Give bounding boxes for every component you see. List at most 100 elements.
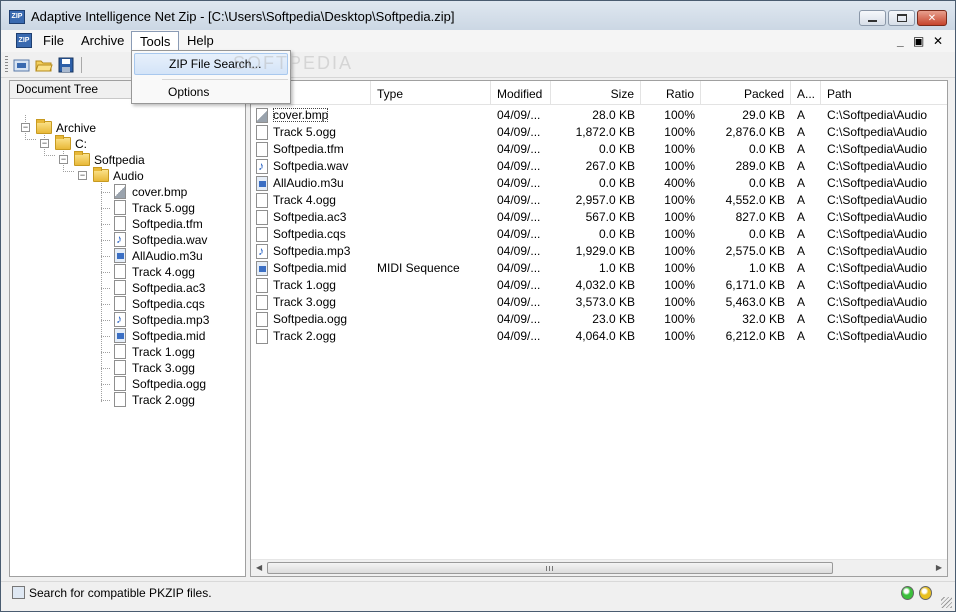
close-button[interactable]: ✕ (917, 10, 947, 26)
minimize-button[interactable] (859, 10, 886, 26)
cell-ratio: 100% (664, 125, 695, 139)
mdi-close-button[interactable]: ✕ (933, 34, 943, 48)
tree-file-node[interactable]: Softpedia.mid (112, 328, 205, 344)
scrollbar-thumb[interactable] (267, 562, 833, 574)
cell-packed: 6,171.0 KB (725, 278, 785, 292)
table-row[interactable]: cover.bmp 04/09/... 28.0 KB 100% 29.0 KB A C:\… (251, 107, 947, 124)
cell-attr: A (797, 142, 806, 156)
tree-file-node[interactable]: Track 4.ogg (112, 264, 195, 280)
tree-file-node[interactable]: Softpedia.cqs (112, 296, 205, 312)
tree-file-node[interactable]: Softpedia.ac3 (112, 280, 205, 296)
scroll-right-icon[interactable]: ▶ (936, 563, 942, 572)
horizontal-scrollbar[interactable]: ◀ ▶ (251, 559, 947, 576)
cell-attr: A (797, 227, 806, 241)
resize-grip-icon[interactable] (941, 597, 952, 608)
table-row[interactable]: Softpedia.ogg 04/09/... 23.0 KB 100% 32.0 KB… (251, 311, 947, 328)
file-name: AllAudio.m3u (273, 176, 344, 190)
save-icon[interactable] (57, 56, 75, 74)
tree-node-label: Softpedia.ac3 (132, 281, 206, 295)
cell-type (371, 124, 491, 141)
tree-node-drive[interactable]: − C: (40, 135, 87, 152)
collapse-icon[interactable]: − (78, 171, 87, 180)
menu-archive[interactable]: Archive (73, 31, 132, 51)
audio-file-icon (114, 311, 126, 327)
tree-node-label: Softpedia.wav (132, 233, 208, 247)
column-path[interactable]: Path (821, 81, 947, 105)
tree-file-node[interactable]: Track 1.ogg (112, 344, 195, 360)
document-icon[interactable]: ZIP (16, 33, 32, 48)
mdi-minimize-button[interactable]: _ (897, 34, 904, 48)
table-row[interactable]: Softpedia.mp3 04/09/... 1,929.0 KB 100% 2,57… (251, 243, 947, 260)
table-row[interactable]: Track 2.ogg 04/09/... 4,064.0 KB 100% 6,212.… (251, 328, 947, 345)
cell-modified: 04/09/... (497, 278, 541, 292)
column-size[interactable]: Size (551, 81, 641, 105)
tree-file-node[interactable]: Track 2.ogg (112, 392, 195, 408)
tree-file-node[interactable]: Softpedia.tfm (112, 216, 203, 232)
column-ratio[interactable]: Ratio (641, 81, 701, 105)
file-icon (114, 376, 126, 391)
tree-connector (101, 272, 111, 273)
file-icon (256, 193, 268, 208)
cell-attr: A (797, 193, 806, 207)
tree-file-node[interactable]: Softpedia.ogg (112, 376, 206, 392)
cell-name: Track 4.ogg (251, 192, 371, 209)
cell-size: 1.0 KB (598, 261, 635, 275)
scroll-left-icon[interactable]: ◀ (256, 563, 262, 572)
menu-help[interactable]: Help (179, 31, 222, 51)
table-row[interactable]: Softpedia.tfm 04/09/... 0.0 KB 100% 0.0 KB A C… (251, 141, 947, 158)
new-archive-icon[interactable] (13, 56, 31, 74)
tree-node-audio[interactable]: − Audio (78, 167, 144, 184)
cell-path: C:\Softpedia\Audio (827, 329, 928, 343)
cell-modified: 04/09/... (497, 329, 541, 343)
tree-file-node[interactable]: Track 5.ogg (112, 200, 195, 216)
tree-node-label: Track 1.ogg (132, 345, 195, 359)
cell-name: AllAudio.m3u (251, 175, 371, 192)
cell-packed: 29.0 KB (742, 108, 785, 122)
column-modified[interactable]: Modified (491, 81, 551, 105)
table-row[interactable]: AllAudio.m3u 04/09/... 0.0 KB 400% 0.0 KB A C:… (251, 175, 947, 192)
tree-file-node[interactable]: Softpedia.mp3 (112, 311, 209, 328)
cell-ratio: 100% (664, 329, 695, 343)
table-row[interactable]: Softpedia.wav 04/09/... 267.0 KB 100% 289.0 … (251, 158, 947, 175)
mdi-restore-button[interactable]: ▣ (913, 34, 924, 48)
tree-file-node[interactable]: AllAudio.m3u (112, 248, 203, 264)
folder-icon (74, 151, 90, 166)
cell-modified: 04/09/... (497, 295, 541, 309)
tree-node-label: Audio (113, 169, 144, 183)
tree-node-softpedia[interactable]: − Softpedia (59, 151, 145, 168)
menu-file[interactable]: File (35, 31, 72, 51)
cell-path: C:\Softpedia\Audio (827, 193, 928, 207)
cell-type (371, 158, 491, 175)
cell-name: Softpedia.cqs (251, 226, 371, 243)
tree-connector (44, 155, 56, 156)
tree-file-node[interactable]: cover.bmp (112, 184, 187, 200)
toolbar-grip[interactable] (5, 56, 8, 74)
cell-size: 2,957.0 KB (575, 193, 635, 207)
tree-node-archive[interactable]: − Archive (21, 119, 96, 136)
tree-file-node[interactable]: Track 3.ogg (112, 360, 195, 376)
table-row[interactable]: Softpedia.mid MIDI Sequence 04/09/... 1.0 K… (251, 260, 947, 277)
table-row[interactable]: Softpedia.cqs 04/09/... 0.0 KB 100% 0.0 KB A C… (251, 226, 947, 243)
table-row[interactable]: Track 4.ogg 04/09/... 2,957.0 KB 100% 4,552.… (251, 192, 947, 209)
minimize-icon (868, 20, 877, 22)
cell-ratio: 100% (664, 159, 695, 173)
tree-file-node[interactable]: Softpedia.wav (112, 231, 208, 248)
title-bar[interactable]: ZIP Adaptive Intelligence Net Zip - [C:\… (1, 1, 955, 33)
grip-icon (546, 566, 554, 571)
open-folder-icon[interactable] (35, 56, 53, 74)
table-row[interactable]: Track 3.ogg 04/09/... 3,573.0 KB 100% 5,463.… (251, 294, 947, 311)
column-attributes[interactable]: A... (791, 81, 821, 105)
table-row[interactable]: Softpedia.ac3 04/09/... 567.0 KB 100% 827.0 … (251, 209, 947, 226)
list-column-header: Type Modified Size Ratio Packed A... Pat… (251, 81, 947, 105)
table-row[interactable]: Track 5.ogg 04/09/... 1,872.0 KB 100% 2,876.… (251, 124, 947, 141)
collapse-icon[interactable]: − (21, 123, 30, 132)
table-row[interactable]: Track 1.ogg 04/09/... 4,032.0 KB 100% 6,171.… (251, 277, 947, 294)
maximize-button[interactable] (888, 10, 915, 26)
column-packed[interactable]: Packed (701, 81, 791, 105)
collapse-icon[interactable]: − (59, 155, 68, 164)
menu-item-options[interactable]: Options (134, 81, 288, 103)
menu-tools[interactable]: Tools (131, 31, 180, 51)
cell-name: Softpedia.tfm (251, 141, 371, 158)
column-type[interactable]: Type (371, 81, 491, 105)
collapse-icon[interactable]: − (40, 139, 49, 148)
